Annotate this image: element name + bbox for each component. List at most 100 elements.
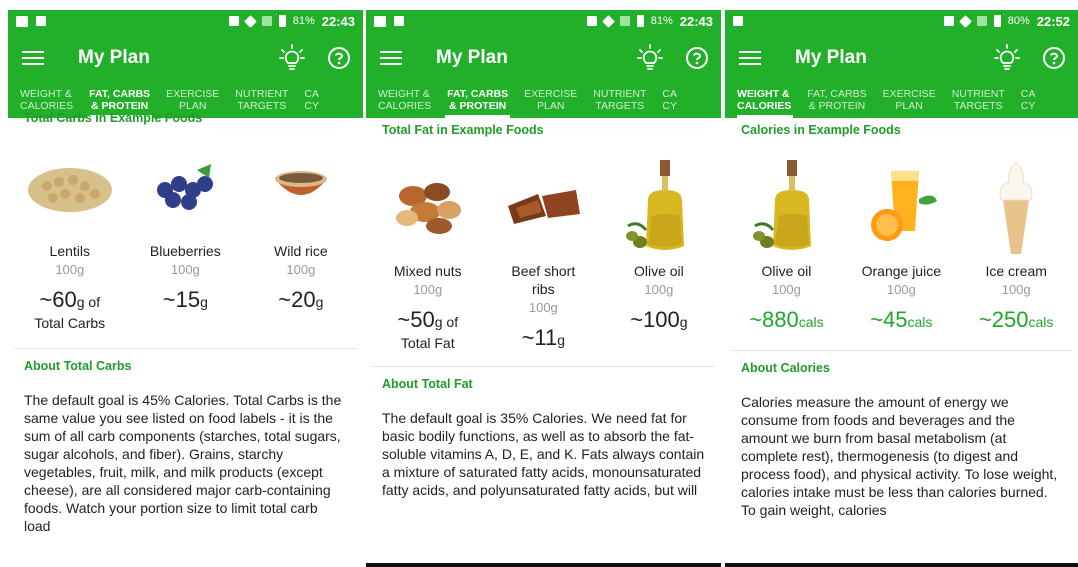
section-header: Total Fat in Example Foods	[382, 123, 544, 137]
tab-weight-calories[interactable]: WEIGHT & CALORIES	[378, 88, 439, 118]
help-icon[interactable]	[1042, 46, 1066, 70]
battery-percent: 81%	[650, 15, 673, 27]
food-portion: 100g	[413, 282, 443, 297]
food-amount: ~50g of	[397, 307, 459, 332]
food-amount: ~20g	[278, 287, 324, 312]
image-notification-icon	[16, 15, 28, 27]
help-icon[interactable]	[327, 46, 351, 70]
app-bar: My Plan	[366, 32, 721, 84]
signal-icon	[976, 16, 987, 26]
section-header: Calories in Example Foods	[741, 123, 901, 137]
tab-fat-carbs-protein[interactable]: FAT, CARBS & PROTEIN	[439, 88, 516, 118]
food-portion: 100g	[644, 282, 674, 297]
app-bar: My Plan	[8, 32, 363, 84]
tab-exercise-plan[interactable]: EXERCISE PLAN	[516, 88, 585, 118]
olive-oil-image	[601, 156, 717, 256]
food-name: Wild rice	[274, 243, 328, 259]
food-name: Olive oil	[633, 263, 684, 279]
nav-bar-edge	[366, 563, 721, 567]
about-text: The default goal is 35% Calories. We nee…	[382, 410, 705, 498]
menu-icon[interactable]	[739, 51, 761, 65]
clock: 22:43	[679, 13, 713, 29]
food-amount: ~250cals	[978, 307, 1054, 332]
clock: 22:52	[1036, 13, 1070, 29]
food-item: Olive oil 100g ~880cals	[729, 156, 844, 334]
food-item: Beef short ribs 100g ~11g	[486, 156, 602, 352]
wifi-icon	[601, 14, 615, 28]
food-item: Olive oil 100g ~100g	[601, 156, 717, 352]
tab-calorie-cycling[interactable]: CA CY	[1013, 88, 1044, 118]
food-item: Orange juice 100g ~45cals	[844, 156, 959, 334]
about-text: Calories measure the amount of energy we…	[741, 394, 1058, 518]
mixed-nuts-image	[370, 156, 486, 256]
food-item: Mixed nuts 100g ~50g of Total Fat	[370, 156, 486, 352]
phone-screen-calories: 80% 22:52 My Plan WEIGHT & CALORIES FAT, …	[725, 10, 1078, 567]
vibrate-icon	[943, 16, 954, 26]
vibrate-icon	[228, 16, 239, 26]
menu-icon[interactable]	[380, 51, 402, 65]
tab-exercise-plan[interactable]: EXERCISE PLAN	[875, 88, 944, 118]
signal-icon	[261, 16, 272, 26]
lightbulb-icon[interactable]	[279, 44, 305, 72]
wild-rice-image	[243, 136, 359, 236]
food-portion: 100g	[528, 300, 558, 315]
tab-nutrient-targets[interactable]: NUTRIENT TARGETS	[585, 88, 654, 118]
beef-short-ribs-image	[486, 156, 602, 256]
help-icon[interactable]	[685, 46, 709, 70]
food-name: Mixed nuts	[393, 263, 462, 279]
signal-icon	[619, 16, 630, 26]
battery-icon	[993, 15, 1001, 27]
food-portion: 100g	[771, 282, 801, 297]
food-name: Ice cream	[985, 263, 1047, 279]
tab-weight-calories[interactable]: WEIGHT & CALORIES	[737, 88, 799, 118]
lightbulb-icon[interactable]	[994, 44, 1020, 72]
about-header: About Total Carbs	[24, 359, 132, 373]
food-name: Orange juice	[861, 263, 941, 279]
wifi-icon	[243, 14, 257, 28]
page-title: My Plan	[436, 47, 508, 68]
battery-icon	[636, 15, 644, 27]
food-name: Olive oil	[761, 263, 812, 279]
food-amount: ~100g	[630, 307, 688, 332]
status-bar: 81% 22:43	[8, 10, 363, 32]
battery-percent: 81%	[292, 15, 315, 27]
section-header: Total Carbs in Example Foods	[24, 111, 203, 125]
food-portion: 100g	[55, 262, 85, 277]
tab-bar: WEIGHT & CALORIES FAT, CARBS & PROTEIN EXE…	[366, 84, 721, 118]
page-title: My Plan	[78, 47, 150, 68]
food-amount: ~60g of	[39, 287, 101, 312]
app-bar: My Plan	[725, 32, 1078, 84]
food-note: Total Carbs	[34, 315, 106, 331]
phone-screen-carbs: 81% 22:43 My Plan WEIGHT & CALORIES FAT, …	[8, 10, 363, 567]
lightbulb-icon[interactable]	[637, 44, 663, 72]
food-item: Lentils 100g ~60g of Total Carbs	[12, 136, 128, 332]
tab-calorie-cycling[interactable]: CA CY	[654, 88, 685, 118]
tab-nutrient-targets[interactable]: NUTRIENT TARGETS	[944, 88, 1013, 118]
tab-bar: WEIGHT & CALORIES FAT, CARBS & PROTEIN EXE…	[725, 84, 1078, 118]
about-text: The default goal is 45% Calories. Total …	[24, 392, 342, 534]
app-notification-icon	[733, 16, 743, 26]
olive-oil-image	[729, 156, 844, 256]
food-portion: 100g	[286, 262, 316, 277]
page-title: My Plan	[795, 47, 867, 68]
food-item: Ice cream 100g ~250cals	[959, 156, 1074, 334]
clock: 22:43	[321, 13, 355, 29]
food-portion: 100g	[1001, 282, 1031, 297]
image-notification-icon	[374, 15, 386, 27]
menu-icon[interactable]	[22, 51, 44, 65]
food-portion: 100g	[170, 262, 200, 277]
food-amount: ~11g	[521, 325, 566, 350]
food-item: Wild rice 100g ~20g	[243, 136, 359, 332]
food-amount: ~45cals	[870, 307, 933, 332]
about-header: About Calories	[741, 361, 830, 375]
app-notification-icon	[36, 16, 46, 26]
status-bar: 80% 22:52	[725, 10, 1078, 32]
food-name: Lentils	[49, 243, 90, 259]
tab-fat-carbs-protein[interactable]: FAT, CARBS & PROTEIN	[799, 88, 874, 118]
about-header: About Total Fat	[382, 377, 473, 391]
nav-bar-edge	[725, 563, 1078, 567]
battery-percent: 80%	[1007, 15, 1030, 27]
blueberries-image	[128, 136, 244, 236]
wifi-icon	[958, 14, 972, 28]
phone-screen-fat: 81% 22:43 My Plan WEIGHT & CALORIES FAT, …	[366, 10, 721, 567]
